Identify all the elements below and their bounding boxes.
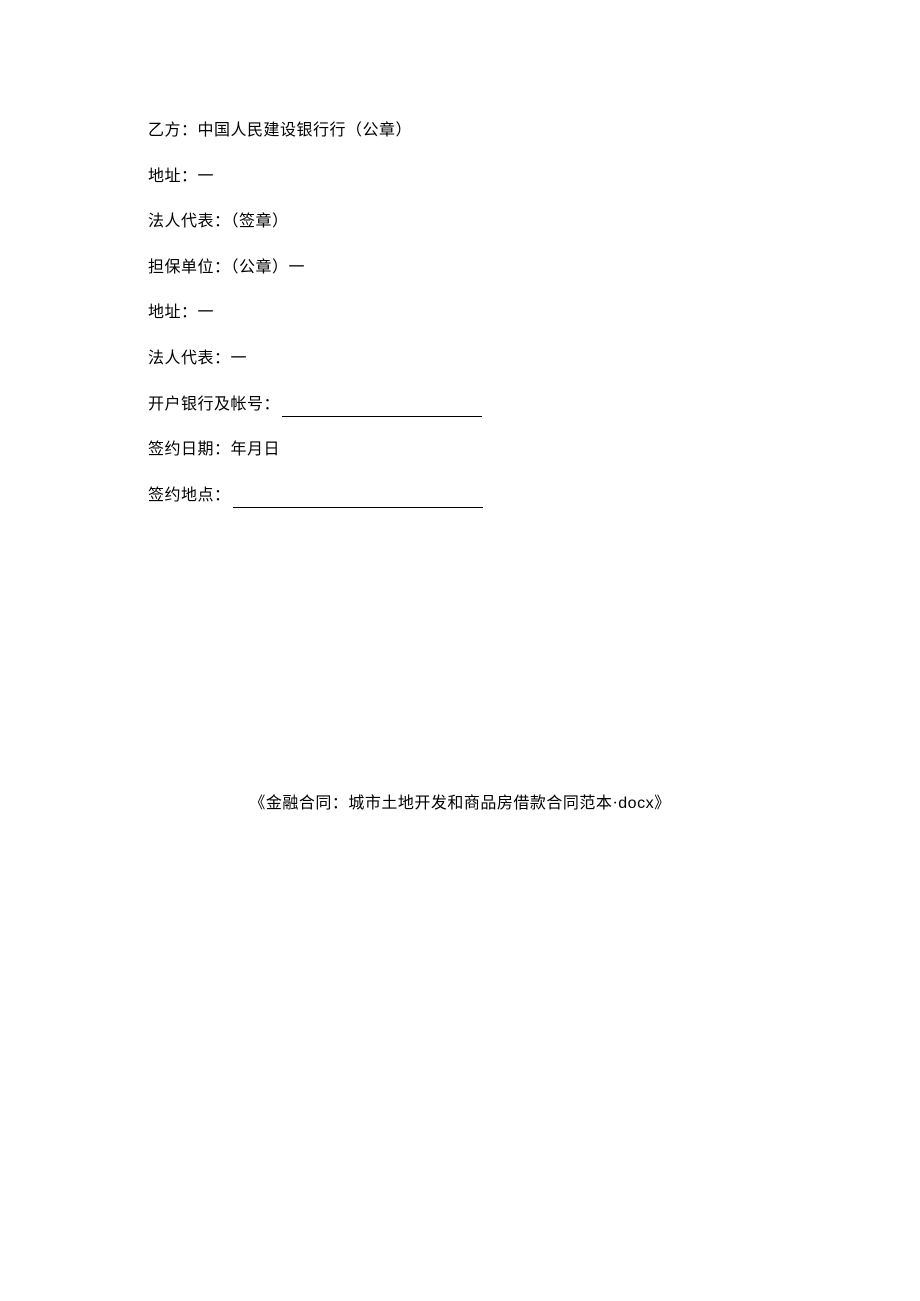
footer-title: 《金融合同：城市土地开发和商品房借款合同范本·docx》 bbox=[0, 789, 920, 813]
party-b-line: 乙方：中国人民建设银行行（公章） bbox=[148, 118, 772, 144]
signing-place-label: 签约地点： bbox=[148, 487, 231, 504]
bank-account-label: 开户银行及帐号： bbox=[148, 396, 280, 413]
footer-ext: docx bbox=[618, 795, 654, 812]
guarantor-line: 担保单位：（公章）一 bbox=[148, 255, 772, 281]
footer-suffix: 》 bbox=[654, 795, 671, 812]
bank-account-line: 开户银行及帐号： bbox=[148, 392, 772, 418]
document-page: 乙方：中国人民建设银行行（公章） 地址：一 法人代表：（签章） 担保单位：（公章… bbox=[0, 0, 920, 508]
address-line-1: 地址：一 bbox=[148, 164, 772, 190]
blank-underline bbox=[282, 403, 482, 417]
footer-prefix: 《金融合同：城市土地开发和商品房借款合同范本 bbox=[249, 795, 612, 812]
legal-rep-line-1: 法人代表：（签章） bbox=[148, 209, 772, 235]
blank-underline bbox=[233, 494, 483, 508]
signing-date-line: 签约日期：年月日 bbox=[148, 437, 772, 463]
signing-place-line: 签约地点： bbox=[148, 483, 772, 509]
address-line-2: 地址：一 bbox=[148, 300, 772, 326]
legal-rep-line-2: 法人代表：一 bbox=[148, 346, 772, 372]
